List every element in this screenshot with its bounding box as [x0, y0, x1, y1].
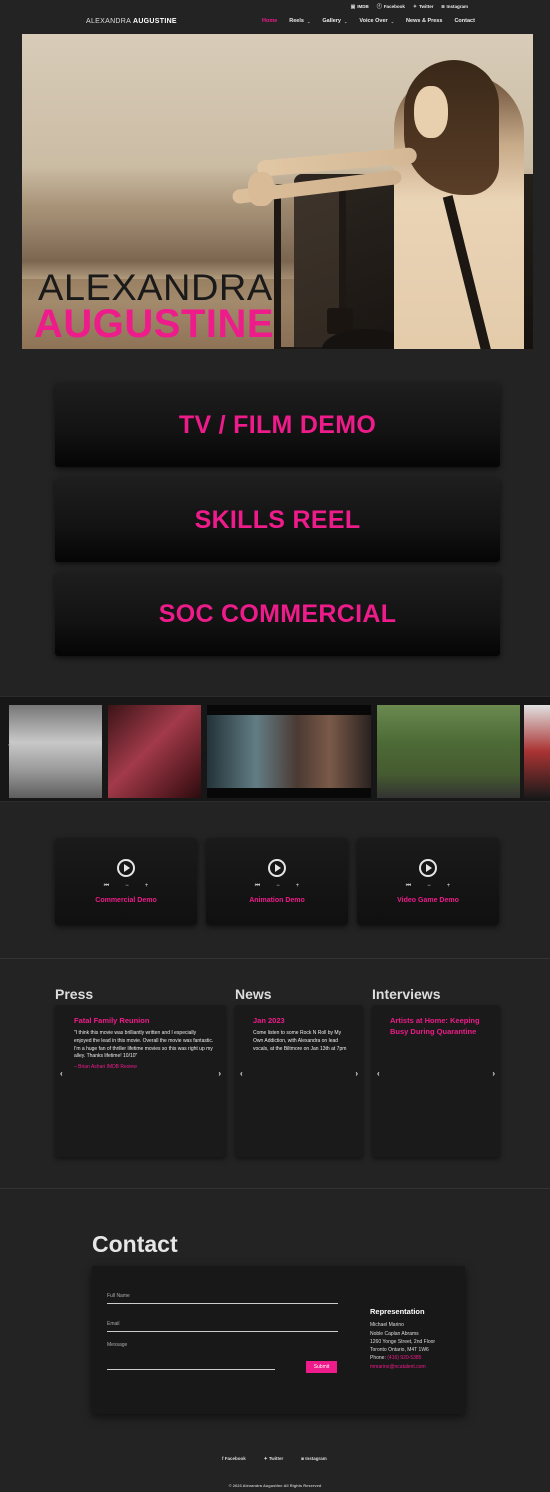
rep-phone-row: Phone: (416) 920-5385 [370, 1355, 422, 1362]
news-next-arrow[interactable]: › [355, 1069, 358, 1078]
interviews-heading: Interviews [372, 986, 441, 1002]
imdb-link[interactable]: ▣ IMDB [351, 3, 369, 10]
press-prev-arrow[interactable]: ‹ [60, 1069, 63, 1078]
volume-up-icon[interactable]: + [145, 883, 149, 890]
voice-card-label: Video Game Demo [397, 897, 459, 904]
full-name-field[interactable]: Full Name [107, 1293, 338, 1304]
nav-home[interactable]: Home [262, 18, 277, 24]
press-panel: Fatal Family Reunion "I think this movie… [55, 1005, 226, 1157]
volume-up-icon[interactable]: + [447, 883, 451, 890]
news-panel: Jan 2023 Come listen to some Rock N Roll… [235, 1005, 363, 1157]
chevron-down-icon: ⌄ [390, 18, 395, 24]
gallery-prev-arrow[interactable]: ‹ [8, 740, 11, 749]
nav-voice-over[interactable]: Voice Over ⌄ [359, 18, 394, 24]
interviews-next-arrow[interactable]: › [492, 1069, 495, 1078]
press-item-title[interactable]: Fatal Family Reunion [74, 1016, 214, 1027]
voice-card-commercial: ⏮ − + Commercial Demo [55, 838, 197, 925]
play-icon[interactable] [419, 859, 437, 877]
main-nav: Home Reels ⌄ Gallery ⌄ Voice Over ⌄ News & … [262, 18, 487, 24]
gallery-strip [0, 696, 550, 802]
section-divider [0, 958, 550, 959]
rep-agency: Noble Caplan Abrams [370, 1330, 419, 1337]
footer-facebook-link[interactable]: f Facebook [222, 1456, 246, 1462]
volume-down-icon[interactable]: − [125, 883, 129, 890]
rep-address-line2: Toronto Ontario, M4T 1W6 [370, 1347, 429, 1354]
nav-contact[interactable]: Contact [454, 18, 474, 24]
twitter-icon: ✦ [263, 1456, 268, 1461]
site-logo[interactable]: ALEXANDRA AUGUSTINE [86, 18, 177, 25]
instagram-icon: ◙ [441, 3, 445, 10]
facebook-link[interactable]: ⓕ Facebook [377, 3, 405, 10]
contact-heading: Contact [92, 1231, 178, 1257]
news-body: Come listen to some Rock N Roll by My Ow… [253, 1030, 347, 1052]
previous-icon[interactable]: ⏮ [255, 883, 260, 890]
voice-card-label: Animation Demo [249, 897, 305, 904]
voice-card-label: Commercial Demo [95, 897, 157, 904]
play-icon[interactable] [117, 859, 135, 877]
gallery-thumb[interactable] [207, 705, 371, 798]
previous-icon[interactable]: ⏮ [104, 883, 109, 890]
facebook-icon: ⓕ [376, 4, 382, 10]
chevron-down-icon: ⌄ [306, 18, 311, 24]
volume-up-icon[interactable]: + [296, 883, 300, 890]
press-next-arrow[interactable]: › [218, 1069, 221, 1078]
footer-twitter-link[interactable]: ✦ Twitter [264, 1456, 283, 1462]
press-author: – Brian Ashari IMDB Review [74, 1064, 137, 1070]
news-prev-arrow[interactable]: ‹ [240, 1069, 243, 1078]
footer-instagram-link[interactable]: ◙ Instagram [301, 1456, 327, 1462]
nav-gallery[interactable]: Gallery ⌄ [322, 18, 347, 24]
top-social-bar: ▣ IMDB ⓕ Facebook ✦ Twitter ◙ Instagram [351, 3, 468, 11]
previous-icon[interactable]: ⏮ [406, 883, 411, 890]
interviews-panel: Artists at Home: Keeping Busy During Qua… [372, 1005, 500, 1157]
rep-email[interactable]: mmarino@ncatalent.com [370, 1363, 435, 1371]
facebook-icon: f [222, 1456, 224, 1461]
nav-news-press[interactable]: News & Press [406, 18, 442, 24]
voice-card-animation: ⏮ − + Animation Demo [206, 838, 348, 925]
representation-block: Representation Michael Marino Noble Capl… [370, 1306, 435, 1371]
play-icon[interactable] [268, 859, 286, 877]
imdb-icon: ▣ [350, 3, 356, 10]
submit-button[interactable]: Submit [306, 1361, 337, 1373]
volume-down-icon[interactable]: − [427, 883, 431, 890]
interview-item-title[interactable]: Artists at Home: Keeping Busy During Qua… [390, 1016, 485, 1038]
gallery-thumb[interactable] [524, 705, 550, 798]
twitter-link[interactable]: ✦ Twitter [413, 3, 434, 10]
hero-banner: ALEXANDRA AUGUSTINE [22, 34, 533, 349]
voice-card-video-game: ⏮ − + Video Game Demo [357, 838, 499, 925]
hero-face [414, 86, 448, 138]
gallery-thumb[interactable] [108, 705, 201, 798]
hero-title-last: AUGUSTINE [34, 302, 275, 346]
gallery-thumb[interactable] [9, 705, 102, 798]
chevron-down-icon: ⌄ [343, 18, 348, 24]
email-field[interactable]: Email [107, 1321, 338, 1332]
twitter-icon: ✦ [412, 3, 418, 10]
footer-social: f Facebook ✦ Twitter ◙ Instagram [222, 1456, 327, 1462]
interviews-prev-arrow[interactable]: ‹ [377, 1069, 380, 1078]
soc-commercial-button[interactable]: SOC COMMERCIAL [55, 572, 500, 656]
rep-phone[interactable]: (416) 920-5385 [387, 1355, 421, 1361]
press-quote: "I think this movie was brilliantly writ… [74, 1030, 214, 1060]
news-heading: News [235, 986, 272, 1002]
section-divider [0, 1188, 550, 1189]
gallery-thumb[interactable] [377, 705, 520, 798]
news-item-title[interactable]: Jan 2023 [253, 1016, 348, 1027]
representation-heading: Representation [370, 1307, 425, 1316]
volume-down-icon[interactable]: − [276, 883, 280, 890]
rep-name: Michael Marino [370, 1322, 404, 1329]
skills-reel-button[interactable]: SKILLS REEL [55, 478, 500, 562]
hero-hand [248, 172, 274, 206]
contact-form-box: Full Name Email Message Submit Represent… [92, 1266, 465, 1414]
message-field[interactable]: Message [107, 1342, 275, 1370]
press-heading: Press [55, 986, 94, 1002]
copyright: © 2023 Alexandra Augustine All Rights Re… [228, 1483, 322, 1488]
tv-film-demo-button[interactable]: TV / FILM DEMO [55, 383, 500, 467]
rep-address-line1: 1260 Yonge Street, 2nd Floor [370, 1338, 436, 1345]
instagram-link[interactable]: ◙ Instagram [441, 3, 468, 10]
nav-reels[interactable]: Reels ⌄ [289, 18, 310, 24]
instagram-icon: ◙ [301, 1456, 304, 1461]
